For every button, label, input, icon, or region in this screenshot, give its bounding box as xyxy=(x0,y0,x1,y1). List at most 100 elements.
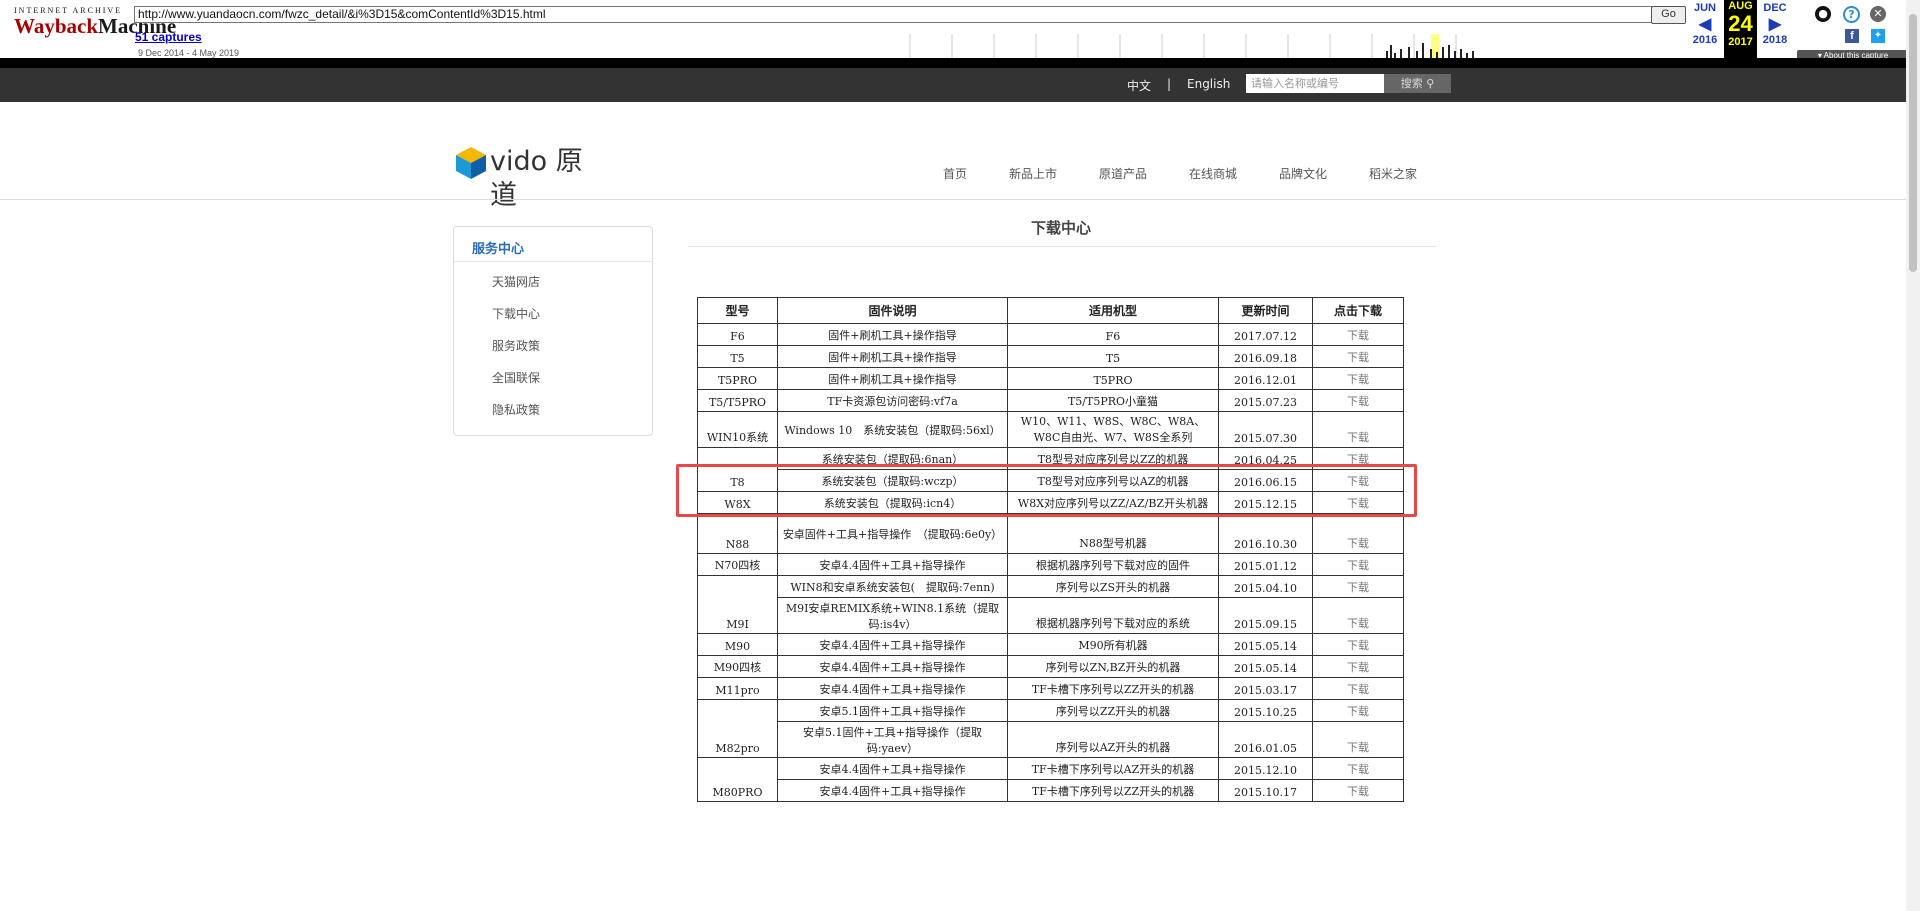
cell-model: M11pro xyxy=(697,677,778,700)
cell-download-link[interactable]: 下载 xyxy=(1312,367,1404,390)
cell-download-link[interactable]: 下载 xyxy=(1312,699,1404,722)
next-arrow-icon[interactable]: ▶ xyxy=(1760,14,1790,34)
cell-download-link[interactable]: 下载 xyxy=(1312,597,1404,634)
nav-new-products[interactable]: 新品上市 xyxy=(1009,165,1057,182)
table-row: M80PRO 安卓4.4固件+工具+指导操作 TF卡槽下序列号以AZ开头的机器 201… xyxy=(697,757,1404,802)
wayback-logo[interactable]: INTERNET ARCHIVE WaybackMachine xyxy=(14,6,176,56)
cell-device: T5 xyxy=(1007,345,1219,368)
sidebar-item-downloads[interactable]: 下载中心 xyxy=(492,305,540,322)
cell-model: F6 xyxy=(697,323,778,346)
col-date: 更新时间 xyxy=(1218,297,1313,324)
cell-download-link[interactable]: 下载 xyxy=(1312,575,1404,598)
cell-download-link[interactable]: 下载 xyxy=(1312,721,1404,758)
cell-download-link[interactable]: 下载 xyxy=(1312,677,1404,700)
col-download: 点击下载 xyxy=(1312,297,1404,324)
cell-date: 2016.12.01 xyxy=(1218,367,1313,390)
capture-range: 9 Dec 2014 - 4 May 2019 xyxy=(138,48,240,58)
cell-download-link[interactable]: 下载 xyxy=(1312,323,1404,346)
cell-desc: 固件+刷机工具+操作指导 xyxy=(777,345,1008,368)
twitter-icon[interactable]: ✦ xyxy=(1871,29,1885,43)
cell-device: F6 xyxy=(1007,323,1219,346)
prev-year-label: 2016 xyxy=(1692,34,1718,46)
prev-month[interactable]: JUN ◀ 2016 xyxy=(1690,2,1720,46)
table-header-row: 型号 固件说明 适用机型 更新时间 点击下载 xyxy=(697,297,1404,324)
facebook-icon[interactable]: f xyxy=(1845,29,1859,43)
cell-download-link[interactable]: 下载 xyxy=(1312,513,1404,554)
lang-chinese-link[interactable]: 中文 xyxy=(1127,77,1151,94)
captures-link[interactable]: 51 captures xyxy=(135,30,202,44)
cell-device: TF卡槽下序列号以ZZ开头的机器 xyxy=(1007,677,1219,700)
cell-model: M90四核 xyxy=(697,655,778,678)
cell-date: 2015.05.14 xyxy=(1218,655,1313,678)
cell-device: T5/T5PRO小童猫 xyxy=(1007,389,1219,412)
cell-device: T5PRO xyxy=(1007,367,1219,390)
cell-model: M9I xyxy=(697,575,778,634)
close-icon[interactable]: ✕ xyxy=(1870,6,1886,22)
nav-products[interactable]: 原道产品 xyxy=(1099,165,1147,182)
cell-model: M90 xyxy=(697,633,778,656)
search-button-label: 搜索 xyxy=(1400,77,1423,90)
search-icon: ⚲ xyxy=(1426,77,1435,90)
cell-desc: 安卓4.4固件+工具+指导操作 xyxy=(777,655,1008,678)
sidebar-item-privacy[interactable]: 隐私政策 xyxy=(492,401,540,418)
header-divider xyxy=(0,199,1906,200)
prev-arrow-icon[interactable]: ◀ xyxy=(1690,14,1720,34)
nav-online-store[interactable]: 在线商城 xyxy=(1189,165,1237,182)
wayback-logo-a: Wayback xyxy=(14,14,99,38)
cell-download-link[interactable]: 下载 xyxy=(1312,655,1404,678)
table-row: T5 固件+刷机工具+操作指导 T5 2016.09.18 下载 xyxy=(697,345,1404,368)
cell-download-link[interactable]: 下载 xyxy=(1312,779,1404,802)
content-title: 下载中心 xyxy=(1031,219,1092,237)
cell-download-link[interactable]: 下载 xyxy=(1312,553,1404,576)
next-month[interactable]: DEC ▶ 2018 xyxy=(1760,2,1790,46)
table-row: M9I安卓REMIX系统+WIN8.1系统（提取码:is4v） 根据机器序列号下载… xyxy=(698,597,1404,634)
cell-model: M82pro xyxy=(697,699,778,758)
cell-desc: 固件+刷机工具+操作指导 xyxy=(777,323,1008,346)
cell-model: N88 xyxy=(697,513,778,554)
cell-model: N70四核 xyxy=(697,553,778,576)
table-row: WIN10系统 Windows 10 系统安装包（提取码:56xl） W10、W11… xyxy=(697,411,1404,448)
cell-date: 2015.07.23 xyxy=(1218,389,1313,412)
user-icon[interactable]: ● xyxy=(1815,6,1831,22)
sidebar-item-warranty[interactable]: 全国联保 xyxy=(492,369,540,386)
cell-download-link[interactable]: 下载 xyxy=(1312,411,1404,448)
vido-logo[interactable]: vido 原道 xyxy=(456,145,601,211)
nav-home[interactable]: 首页 xyxy=(943,165,967,182)
cell-download-link[interactable]: 下载 xyxy=(1312,757,1404,780)
cell-device: 序列号以AZ开头的机器 xyxy=(1007,721,1219,758)
cell-date: 2015.12.10 xyxy=(1218,757,1313,780)
scrollbar-thumb[interactable] xyxy=(1909,14,1917,272)
cell-date: 2015.10.17 xyxy=(1218,779,1313,802)
cell-download-link[interactable]: 下载 xyxy=(1312,389,1404,412)
cell-model: T5 xyxy=(697,345,778,368)
cell-date: 2016.10.30 xyxy=(1218,513,1313,554)
cell-desc: WIN8和安卓系统安装包( 提取码:7enn) xyxy=(777,575,1008,598)
cell-date: 2015.01.12 xyxy=(1218,553,1313,576)
cell-model: M80PRO xyxy=(697,757,778,802)
nav-brand-culture[interactable]: 品牌文化 xyxy=(1279,165,1327,182)
site-search-button[interactable]: 搜索 ⚲ xyxy=(1384,74,1451,93)
cell-device: TF卡槽下序列号以ZZ开头的机器 xyxy=(1007,779,1219,802)
help-icon[interactable]: ? xyxy=(1843,6,1860,23)
cell-download-link[interactable]: 下载 xyxy=(1312,633,1404,656)
cell-desc: 固件+刷机工具+操作指导 xyxy=(777,367,1008,390)
wayback-go-button[interactable]: Go xyxy=(1651,6,1686,24)
cell-desc: 安卓4.4固件+工具+指导操作 xyxy=(777,757,1008,780)
cell-date: 2015.09.15 xyxy=(1218,597,1313,634)
lang-english-link[interactable]: English xyxy=(1187,77,1230,91)
cell-model: T5/T5PRO xyxy=(697,389,778,412)
site-search-input[interactable]: 请输入名称或编号 xyxy=(1246,74,1394,93)
cell-device: 序列号以ZN,BZ开头的机器 xyxy=(1007,655,1219,678)
cell-download-link[interactable]: 下载 xyxy=(1312,345,1404,368)
sidebar-item-tmall[interactable]: 天猫网店 xyxy=(492,273,540,290)
cell-device: 序列号以ZS开头的机器 xyxy=(1007,575,1219,598)
wayback-url-input[interactable]: http://www.yuandaocn.com/fwzc_detail/&i%… xyxy=(134,6,1652,23)
current-year: 2017 xyxy=(1728,36,1753,48)
table-row: T5/T5PRO TF卡资源包访问密码:vf7a T5/T5PRO小童猫 2015.0… xyxy=(697,389,1404,412)
next-year-label: 2018 xyxy=(1762,34,1788,46)
capture-sparkline[interactable] xyxy=(908,34,1488,61)
nav-daomi-home[interactable]: 稻米之家 xyxy=(1369,165,1417,182)
current-capture-date: AUG 24 2017 xyxy=(1724,0,1757,61)
lang-separator: | xyxy=(1167,77,1172,91)
sidebar-item-service-policy[interactable]: 服务政策 xyxy=(492,337,540,354)
